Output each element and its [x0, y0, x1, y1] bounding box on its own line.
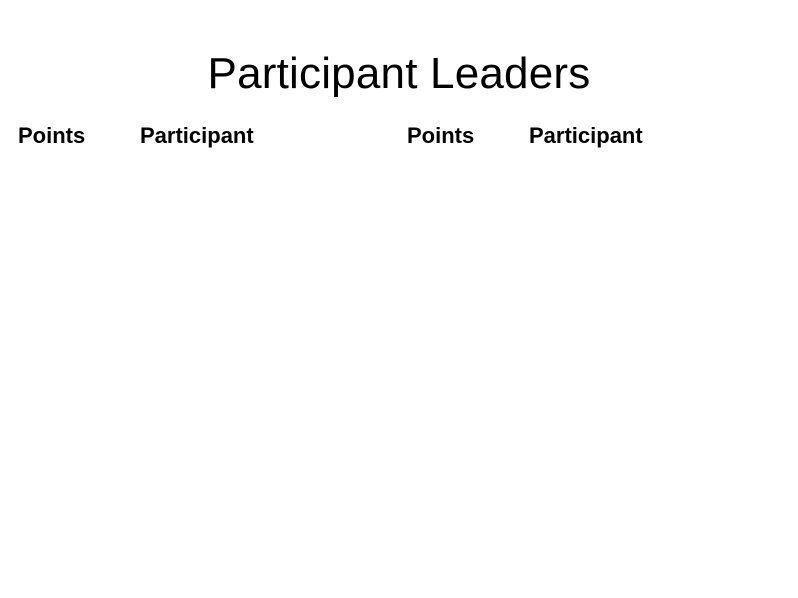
page-title: Participant Leaders — [207, 49, 591, 98]
left-participant-header: Participant — [140, 123, 254, 148]
right-points-header: Points — [407, 123, 475, 148]
slide: Participant Leaders Points Participant P… — [0, 0, 798, 598]
right-participant-header: Participant — [529, 123, 643, 148]
left-points-header: Points — [18, 123, 86, 148]
